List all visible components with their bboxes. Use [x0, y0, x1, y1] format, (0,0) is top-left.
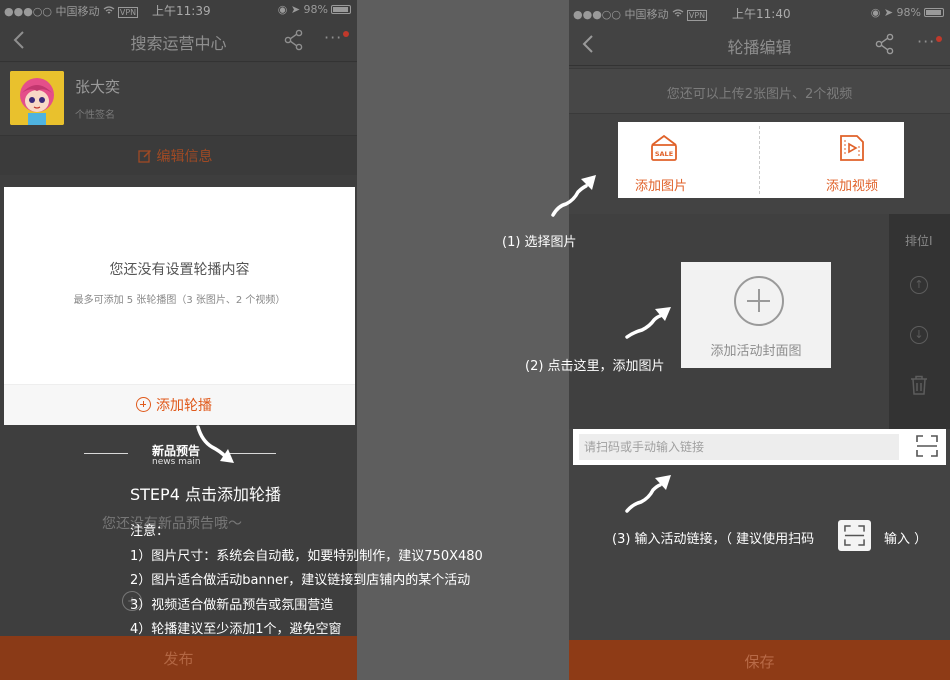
add-carousel-button[interactable]: 添加轮播	[4, 384, 355, 425]
note-line: 3）视频适合做新品预告或氛围营造	[130, 597, 334, 613]
edit-info-bar[interactable]: 编辑信息	[0, 135, 357, 175]
add-cover-image-button[interactable]: 添加活动封面图	[681, 262, 831, 368]
move-down-icon[interactable]: ↓	[910, 326, 928, 344]
rank-column: 排位I ↑ ↓	[889, 214, 950, 429]
upload-chooser: SALE 添加图片 添加视频	[618, 122, 904, 198]
more-icon[interactable]: ···	[324, 28, 342, 47]
carrier: ●●●○○ 中国移动 VPN	[573, 8, 708, 21]
profile-name: 张大奕	[75, 78, 121, 96]
plus-circle-icon	[136, 397, 151, 412]
carousel-card: 您还没有设置轮播内容 最多可添加 5 张轮播图（3 张图片、2 个视频） 添加轮…	[4, 187, 355, 425]
lock-rotation-icon: ◉	[277, 3, 288, 16]
more-icon[interactable]: ···	[917, 32, 935, 51]
arrow-icon	[196, 425, 234, 463]
scan-icon	[844, 525, 865, 546]
trash-icon[interactable]	[910, 375, 928, 395]
battery-percent: 98%	[303, 3, 328, 16]
carrier: ●●●○○ 中国移动 VPN	[4, 5, 139, 18]
step-title: STEP4 点击添加轮播	[130, 485, 281, 504]
add-image-label: 添加图片	[635, 179, 688, 194]
add-carousel-label: 添加轮播	[156, 398, 212, 414]
carousel-empty-hint: 最多可添加 5 张轮播图（3 张图片、2 个视频）	[73, 295, 286, 306]
note-line: 1）图片尺寸：系统会自动截，如要特别制作，建议750X480	[130, 548, 483, 564]
add-video-button[interactable]: 添加视频	[760, 122, 904, 198]
status-right: ◉ ➤ 98%	[871, 6, 944, 19]
lock-rotation-icon: ◉	[870, 6, 881, 19]
note-line: 4）轮播建议至少添加1个，避免空窗	[130, 622, 342, 638]
callout-link-end: 输入 ）	[884, 532, 928, 547]
rank-title: 排位I	[905, 234, 933, 248]
edit-info-label: 编辑信息	[156, 149, 213, 165]
cover-label: 添加活动封面图	[710, 344, 802, 359]
battery-icon	[331, 5, 351, 14]
sale-image-icon: SALE	[651, 134, 677, 161]
share-icon[interactable]	[283, 29, 305, 51]
add-video-label: 添加视频	[826, 179, 879, 194]
location-icon: ➤	[290, 3, 301, 16]
vpn-badge: VPN	[117, 7, 139, 18]
vpn-badge: VPN	[686, 10, 708, 21]
arrow-icon	[625, 307, 671, 339]
note-line: 注意：	[130, 524, 170, 539]
navigation-bar: 轮播编辑 ···	[569, 24, 950, 66]
callout-select-image: (1) 选择图片	[502, 235, 577, 250]
move-up-icon[interactable]: ↑	[910, 276, 928, 294]
save-button[interactable]: 保存	[569, 640, 950, 680]
status-right: ◉ ➤ 98%	[278, 3, 351, 16]
wifi-icon	[103, 6, 115, 14]
note-line: 2）图片适合做活动banner，建议链接到店铺内的某个活动	[130, 573, 471, 589]
sale-text: SALE	[655, 150, 673, 158]
wifi-icon	[672, 9, 684, 17]
instruction-notes: 注意： 1）图片尺寸：系统会自动截，如要特别制作，建议750X480 2）图片适…	[130, 520, 483, 643]
battery-icon	[924, 8, 944, 17]
quota-text: 您还可以上传2张图片、2个视频	[666, 87, 853, 102]
scan-chip	[838, 520, 871, 551]
notification-dot	[343, 31, 349, 37]
notification-dot	[936, 36, 942, 42]
battery-percent: 98%	[896, 6, 921, 19]
profile-header: 张大奕 个性签名	[0, 63, 357, 135]
add-image-button[interactable]: SALE 添加图片	[618, 122, 759, 198]
profile-signature: 个性签名	[75, 110, 115, 121]
callout-link: (3) 输入活动链接，（ 建议使用扫码	[612, 532, 815, 547]
share-icon[interactable]	[874, 33, 896, 55]
scan-icon[interactable]	[916, 435, 938, 457]
location-icon: ➤	[883, 6, 894, 19]
status-bar: ●●●○○ 中国移动 VPN 上午11:40 ◉ ➤ 98%	[569, 0, 950, 21]
status-bar: ●●●○○ 中国移动 VPN 上午11:39 ◉ ➤ 98%	[0, 0, 357, 20]
publish-label: 发布	[163, 650, 194, 668]
status-time: 上午11:40	[732, 7, 791, 21]
avatar-illustration	[10, 71, 64, 125]
callout-add-image: (2) 点击这里，添加图片	[525, 359, 665, 374]
video-icon	[840, 135, 864, 161]
status-time: 上午11:39	[152, 4, 211, 18]
arrow-icon	[551, 175, 596, 217]
arrow-icon	[625, 475, 671, 513]
link-input-row	[573, 429, 946, 465]
link-input[interactable]	[579, 434, 899, 460]
carousel-empty-title: 您还没有设置轮播内容	[109, 262, 250, 278]
upload-quota: 您还可以上传2张图片、2个视频	[569, 68, 950, 114]
save-label: 保存	[744, 653, 775, 671]
divider-left	[84, 453, 128, 454]
plus-circle-icon	[734, 276, 784, 326]
avatar[interactable]	[10, 71, 64, 125]
navigation-bar: 搜索运营中心 ···	[0, 20, 357, 62]
edit-icon	[138, 149, 152, 163]
